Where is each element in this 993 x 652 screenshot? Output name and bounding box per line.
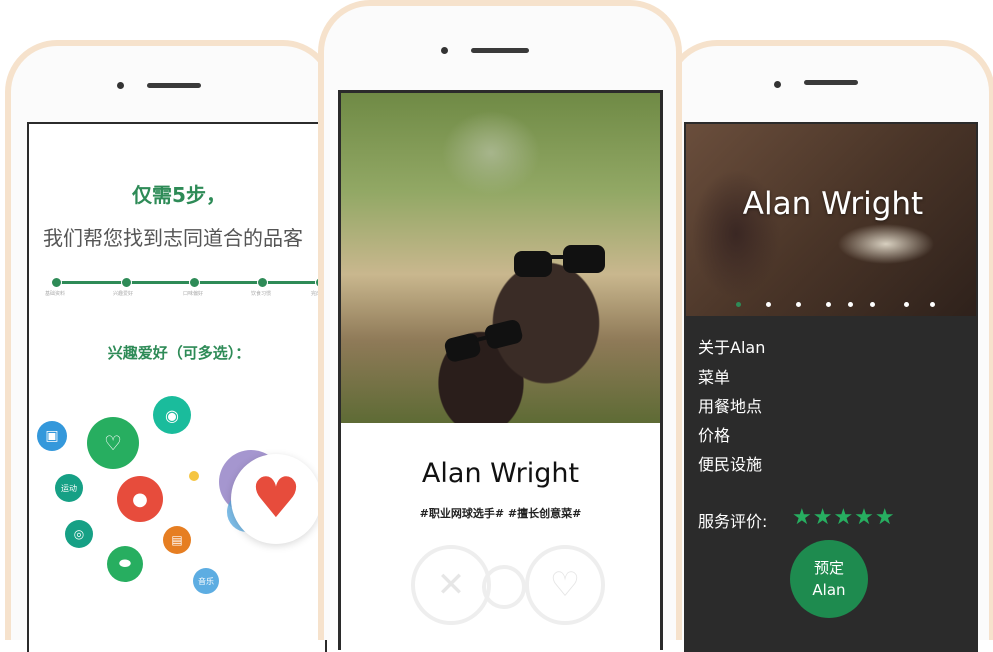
progress-label-2: 兴趣爱好 <box>113 291 134 297</box>
phone-right: Alan Wright 关于Alan 菜单 用餐地点 价格 便民设施 服务评价:… <box>665 40 993 652</box>
record-player-icon[interactable]: ◉ <box>153 396 191 434</box>
phone-middle: Alan Wright #职业网球选手# #擅长创意菜# ✕ ♡ <box>318 0 682 650</box>
profile-tags: #职业网球选手# #擅长创意菜# <box>419 507 582 520</box>
speaker-grille <box>471 48 529 53</box>
hero-photo[interactable]: Alan Wright <box>686 124 976 316</box>
menu-amenities[interactable]: 便民设施 <box>698 451 762 475</box>
carousel-dot-1[interactable] <box>736 302 741 307</box>
heart-icon[interactable]: ♥ <box>231 454 321 544</box>
interest-sports[interactable]: 运动 <box>55 474 83 502</box>
front-camera <box>774 81 781 88</box>
heart-outline-icon[interactable]: ♡ <box>525 545 605 625</box>
progress-label-4: 饮食习惯 <box>251 291 272 297</box>
detail-screen: Alan Wright 关于Alan 菜单 用餐地点 价格 便民设施 服务评价:… <box>684 122 978 652</box>
interest-sports-label: 运动 <box>61 483 77 493</box>
carousel-dot-8[interactable] <box>930 302 935 307</box>
interest-music[interactable]: 音乐 <box>193 568 219 594</box>
step-subtitle: 我们帮您找到志同道合的品客 <box>43 226 303 250</box>
carousel-dot-2[interactable] <box>766 302 771 307</box>
rating-label: 服务评价: <box>698 512 768 531</box>
small-dot-icon <box>189 471 199 481</box>
profile-name: Alan Wright <box>421 458 580 489</box>
hero-name: Alan Wright <box>742 186 924 222</box>
profile-screen: Alan Wright #职业网球选手# #擅长创意菜# ✕ ♡ <box>338 90 663 650</box>
speaker-grille <box>147 83 201 88</box>
onboarding-screen: 仅需5步， 我们帮您找到志同道合的品客 基础资料 兴趣爱好 口味偏好 饮食习惯 … <box>27 122 327 652</box>
menu-price[interactable]: 价格 <box>698 422 730 446</box>
menu-menu[interactable]: 菜单 <box>698 364 730 388</box>
front-camera <box>441 47 448 54</box>
progress-label-3: 口味偏好 <box>183 291 204 297</box>
carousel-dot-6[interactable] <box>870 302 875 307</box>
close-icon[interactable]: ✕ <box>411 545 491 625</box>
sunglasses-illustration <box>444 245 605 362</box>
bag-icon[interactable]: ▤ <box>163 526 191 554</box>
progress-step-4[interactable] <box>257 277 268 288</box>
carousel-dot-5[interactable] <box>848 302 853 307</box>
football-icon[interactable]: ⬬ <box>107 546 143 582</box>
menu-about[interactable]: 关于Alan <box>698 334 765 358</box>
speaker-grille <box>804 80 858 85</box>
step-title: 仅需5步， <box>132 183 226 207</box>
star-rating: ★★★★★ <box>792 505 896 530</box>
front-camera <box>117 82 124 89</box>
profile-photo[interactable] <box>341 93 660 423</box>
progress-step-1[interactable] <box>51 277 62 288</box>
carousel-dot-3[interactable] <box>796 302 801 307</box>
book-button-line2: Alan <box>812 581 846 599</box>
chat-icon[interactable]: ▣ <box>37 421 67 451</box>
book-button-line1: 预定 <box>813 558 844 577</box>
phone-left: 仅需5步， 我们帮您找到志同道合的品客 基础资料 兴趣爱好 口味偏好 饮食习惯 … <box>5 40 335 652</box>
interest-title: 兴趣爱好（可多选）： <box>107 344 251 362</box>
heart-card-icon[interactable]: ♡ <box>87 417 139 469</box>
progress-step-3[interactable] <box>189 277 200 288</box>
book-button[interactable]: 预定 Alan <box>790 540 868 618</box>
progress-step-2[interactable] <box>121 277 132 288</box>
carousel-dot-4[interactable] <box>826 302 831 307</box>
camera-icon[interactable]: ◎ <box>65 520 93 548</box>
menu-location[interactable]: 用餐地点 <box>698 393 762 417</box>
carousel-dot-7[interactable] <box>904 302 909 307</box>
interest-music-label: 音乐 <box>198 576 214 586</box>
progress-label-1: 基础资料 <box>45 291 66 297</box>
ball-icon[interactable]: ● <box>117 476 163 522</box>
ring-connector <box>482 565 526 609</box>
